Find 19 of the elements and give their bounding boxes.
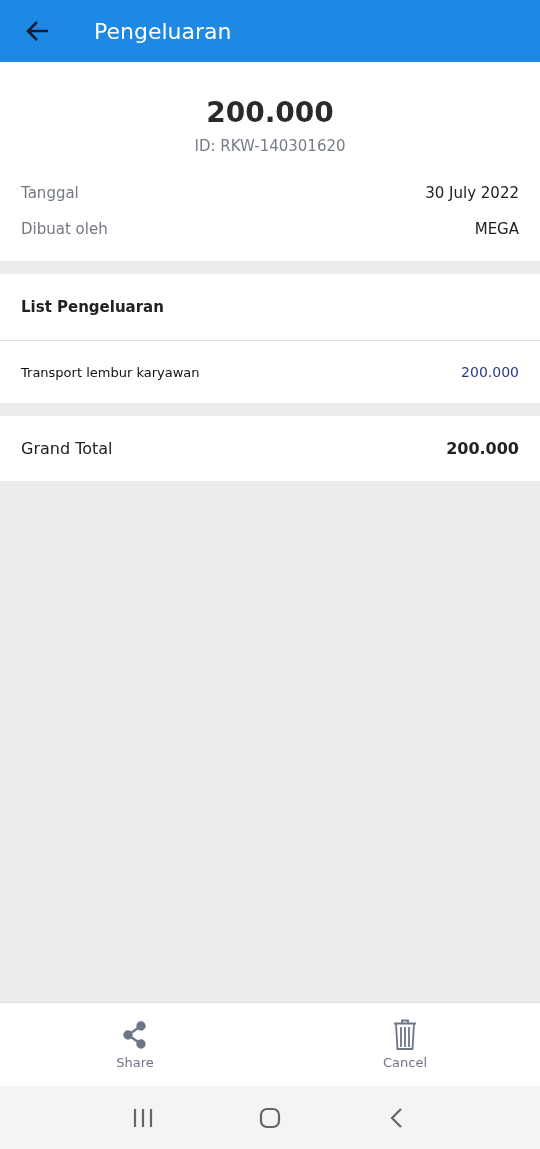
- screen-title: Pengeluaran: [94, 18, 232, 44]
- field-value: 30 July 2022: [425, 184, 519, 202]
- field-value: MEGA: [474, 220, 519, 238]
- field-label: Dibuat oleh: [21, 220, 108, 238]
- grand-total-value: 200.000: [446, 439, 519, 458]
- grand-total-label: Grand Total: [21, 439, 113, 458]
- share-icon: [121, 1021, 149, 1049]
- home-icon[interactable]: [259, 1106, 281, 1129]
- expense-amount: 200.000: [205, 96, 335, 129]
- expense-item-amount: 200.000: [461, 364, 519, 380]
- expense-item-name: Transport lembur karyawan: [21, 364, 200, 380]
- list-title: List Pengeluaran: [0, 274, 540, 341]
- back-icon[interactable]: [388, 1106, 405, 1129]
- recent-apps-icon[interactable]: [132, 1106, 155, 1129]
- expense-id: ID: RKW-140301620: [193, 137, 347, 155]
- delete-button[interactable]: Cancel: [270, 1003, 540, 1086]
- trash-icon: [393, 1019, 417, 1051]
- share-button[interactable]: Share: [0, 1003, 270, 1086]
- field-label: Tanggal: [21, 184, 79, 202]
